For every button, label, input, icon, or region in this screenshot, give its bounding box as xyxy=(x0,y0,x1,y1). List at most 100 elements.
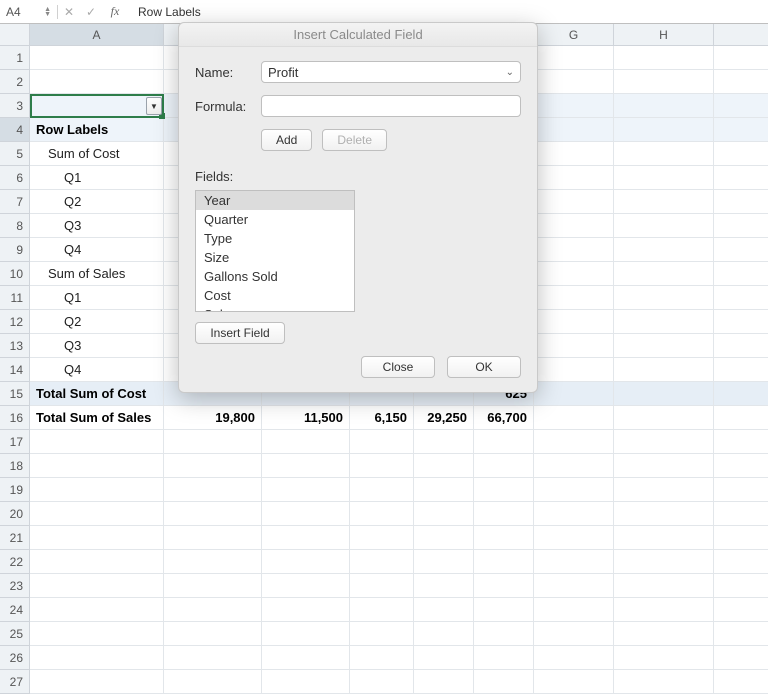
cell-A12[interactable]: Q2 xyxy=(30,310,164,334)
cell-A25[interactable] xyxy=(30,622,164,646)
cell-F22[interactable] xyxy=(474,550,534,574)
cell-A2[interactable] xyxy=(30,70,164,94)
cell-B17[interactable] xyxy=(164,430,262,454)
fields-listbox[interactable]: YearQuarterTypeSizeGallons SoldCostSales xyxy=(195,190,355,312)
cell-A3[interactable] xyxy=(30,94,164,118)
cell-G24[interactable] xyxy=(534,598,614,622)
cell-C16[interactable]: 11,500 xyxy=(262,406,350,430)
cell-G27[interactable] xyxy=(534,670,614,694)
cell-7[interactable] xyxy=(714,190,768,214)
cell-13[interactable] xyxy=(714,334,768,358)
cell-H17[interactable] xyxy=(614,430,714,454)
row-header-17[interactable]: 17 xyxy=(0,430,30,454)
cell-C19[interactable] xyxy=(262,478,350,502)
cell-B27[interactable] xyxy=(164,670,262,694)
cell-16[interactable] xyxy=(714,406,768,430)
cell-H14[interactable] xyxy=(614,358,714,382)
row-header-7[interactable]: 7 xyxy=(0,190,30,214)
column-header-extra[interactable] xyxy=(714,24,768,46)
row-header-12[interactable]: 12 xyxy=(0,310,30,334)
cell-A21[interactable] xyxy=(30,526,164,550)
cell-6[interactable] xyxy=(714,166,768,190)
row-header-10[interactable]: 10 xyxy=(0,262,30,286)
cell-B16[interactable]: 19,800 xyxy=(164,406,262,430)
cell-G11[interactable] xyxy=(534,286,614,310)
insert-field-button[interactable]: Insert Field xyxy=(195,322,285,344)
cell-20[interactable] xyxy=(714,502,768,526)
cell-A22[interactable] xyxy=(30,550,164,574)
cell-G19[interactable] xyxy=(534,478,614,502)
cell-5[interactable] xyxy=(714,142,768,166)
cell-H3[interactable] xyxy=(614,94,714,118)
cell-D22[interactable] xyxy=(350,550,414,574)
cell-G18[interactable] xyxy=(534,454,614,478)
cell-H8[interactable] xyxy=(614,214,714,238)
row-header-11[interactable]: 11 xyxy=(0,286,30,310)
cell-F26[interactable] xyxy=(474,646,534,670)
cell-C25[interactable] xyxy=(262,622,350,646)
cell-22[interactable] xyxy=(714,550,768,574)
name-box-stepper[interactable]: ▲ ▼ xyxy=(44,7,51,17)
cell-F27[interactable] xyxy=(474,670,534,694)
cell-G22[interactable] xyxy=(534,550,614,574)
cell-D19[interactable] xyxy=(350,478,414,502)
cell-G1[interactable] xyxy=(534,46,614,70)
cancel-icon[interactable]: ✕ xyxy=(58,5,80,19)
add-button[interactable]: Add xyxy=(261,129,312,151)
accept-icon[interactable]: ✓ xyxy=(80,5,102,19)
cell-F16[interactable]: 66,700 xyxy=(474,406,534,430)
cell-D23[interactable] xyxy=(350,574,414,598)
cell-H21[interactable] xyxy=(614,526,714,550)
cell-G7[interactable] xyxy=(534,190,614,214)
cell-A1[interactable] xyxy=(30,46,164,70)
cell-A24[interactable] xyxy=(30,598,164,622)
cell-A9[interactable]: Q4 xyxy=(30,238,164,262)
row-header-13[interactable]: 13 xyxy=(0,334,30,358)
cell-A20[interactable] xyxy=(30,502,164,526)
fields-item-size[interactable]: Size xyxy=(196,248,354,267)
cell-4[interactable] xyxy=(714,118,768,142)
cell-D18[interactable] xyxy=(350,454,414,478)
cell-21[interactable] xyxy=(714,526,768,550)
cell-A4[interactable]: Row Labels xyxy=(30,118,164,142)
cell-A5[interactable]: Sum of Cost xyxy=(30,142,164,166)
fields-item-type[interactable]: Type xyxy=(196,229,354,248)
cell-G16[interactable] xyxy=(534,406,614,430)
cell-G15[interactable] xyxy=(534,382,614,406)
row-header-18[interactable]: 18 xyxy=(0,454,30,478)
cell-G12[interactable] xyxy=(534,310,614,334)
row-header-5[interactable]: 5 xyxy=(0,142,30,166)
cell-E21[interactable] xyxy=(414,526,474,550)
cell-H19[interactable] xyxy=(614,478,714,502)
cell-G3[interactable] xyxy=(534,94,614,118)
ok-button[interactable]: OK xyxy=(447,356,521,378)
cell-A14[interactable]: Q4 xyxy=(30,358,164,382)
cell-F18[interactable] xyxy=(474,454,534,478)
cell-2[interactable] xyxy=(714,70,768,94)
cell-B21[interactable] xyxy=(164,526,262,550)
cell-E24[interactable] xyxy=(414,598,474,622)
cell-B26[interactable] xyxy=(164,646,262,670)
cell-A16[interactable]: Total Sum of Sales xyxy=(30,406,164,430)
row-header-1[interactable]: 1 xyxy=(0,46,30,70)
cell-24[interactable] xyxy=(714,598,768,622)
cell-12[interactable] xyxy=(714,310,768,334)
cell-26[interactable] xyxy=(714,646,768,670)
cell-H15[interactable] xyxy=(614,382,714,406)
fields-item-sales[interactable]: Sales xyxy=(196,305,354,312)
row-header-21[interactable]: 21 xyxy=(0,526,30,550)
cell-G23[interactable] xyxy=(534,574,614,598)
cell-G14[interactable] xyxy=(534,358,614,382)
cell-19[interactable] xyxy=(714,478,768,502)
formula-bar-content[interactable]: Row Labels xyxy=(128,5,201,19)
cell-18[interactable] xyxy=(714,454,768,478)
cell-C17[interactable] xyxy=(262,430,350,454)
cell-H11[interactable] xyxy=(614,286,714,310)
cell-C23[interactable] xyxy=(262,574,350,598)
cell-F23[interactable] xyxy=(474,574,534,598)
cell-H6[interactable] xyxy=(614,166,714,190)
cell-A11[interactable]: Q1 xyxy=(30,286,164,310)
close-button[interactable]: Close xyxy=(361,356,435,378)
row-header-22[interactable]: 22 xyxy=(0,550,30,574)
row-header-25[interactable]: 25 xyxy=(0,622,30,646)
